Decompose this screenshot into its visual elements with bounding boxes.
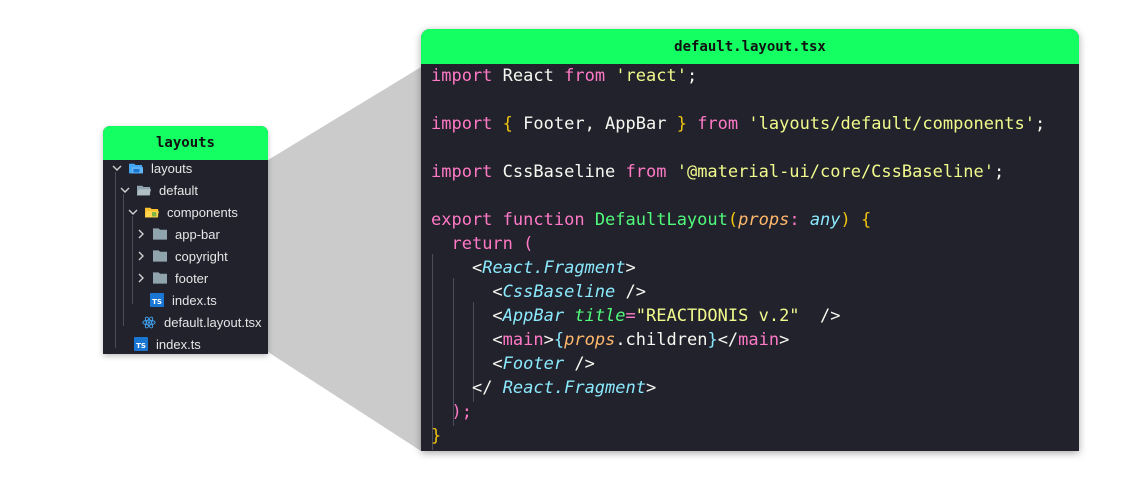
code-line-7: export function DefaultLayout(props: any…: [431, 210, 872, 230]
code-line-16: }: [431, 426, 442, 446]
chevron-right-icon: [135, 228, 147, 240]
code-line-5: import CssBaseline from '@material-ui/co…: [431, 162, 1005, 182]
tree-item-label: layouts: [151, 160, 193, 176]
code-line-3: import { Footer, AppBar } from 'layouts/…: [431, 114, 1046, 134]
tree-item-label: index.ts: [172, 292, 217, 308]
typescript-file-icon: TS: [134, 337, 148, 351]
tree-item-label: components: [167, 204, 238, 220]
chevron-down-icon: [119, 184, 131, 196]
tree-item-label: app-bar: [175, 226, 220, 242]
folder-open-icon: [129, 161, 143, 175]
typescript-file-icon: TS: [150, 293, 164, 307]
code-line-11: <AppBar title="REACTDONIS v.2" />: [492, 306, 841, 326]
chevron-down-icon: [127, 206, 139, 218]
tree-item-components-index[interactable]: TS index.ts: [103, 289, 268, 311]
tree-item-default-index[interactable]: TS index.ts: [103, 333, 268, 354]
editor-title: default.layout.tsx: [421, 29, 1079, 64]
file-explorer: layouts layouts default components app-b…: [103, 126, 268, 354]
folder-open-icon: [137, 183, 151, 197]
code-line-14: </ React.Fragment>: [471, 378, 657, 398]
explorer-title: layouts: [103, 126, 268, 160]
folder-icon: [153, 227, 167, 241]
tree-item-components[interactable]: components: [103, 201, 268, 223]
folder-icon: [153, 271, 167, 285]
tree-item-label: default: [159, 182, 199, 198]
tree-item-label: index.ts: [156, 336, 201, 352]
code-line-13: <Footer />: [492, 354, 595, 374]
chevron-right-icon: [135, 272, 147, 284]
tree-item-label: default.layout.tsx: [164, 314, 262, 330]
svg-text:TS: TS: [152, 298, 162, 306]
tree-item-app-bar[interactable]: app-bar: [103, 223, 268, 245]
chevron-right-icon: [135, 250, 147, 262]
tree-item-label: footer: [175, 270, 209, 286]
code-editor: default.layout.tsx import React from 're…: [421, 29, 1079, 451]
code-line-1: import React from 'react';: [431, 66, 698, 86]
code-line-15: );: [451, 402, 472, 422]
code-line-10: <CssBaseline />: [492, 282, 646, 302]
chevron-down-icon: [111, 162, 123, 174]
react-file-icon: [142, 315, 156, 329]
tree-item-footer[interactable]: footer: [103, 267, 268, 289]
folder-icon: [153, 249, 167, 263]
tree-item-default-layout[interactable]: default.layout.tsx: [103, 311, 268, 333]
folder-open-icon: [145, 205, 159, 219]
tree-item-layouts[interactable]: layouts: [103, 157, 268, 179]
code-line-8: return (: [451, 234, 534, 254]
svg-text:TS: TS: [136, 342, 146, 350]
code-line-9: <React.Fragment>: [471, 258, 636, 278]
tree-item-copyright[interactable]: copyright: [103, 245, 268, 267]
code-line-12: <main>{props.children}</main>: [492, 330, 790, 350]
tree-item-label: copyright: [175, 248, 228, 264]
tree-item-default[interactable]: default: [103, 179, 268, 201]
